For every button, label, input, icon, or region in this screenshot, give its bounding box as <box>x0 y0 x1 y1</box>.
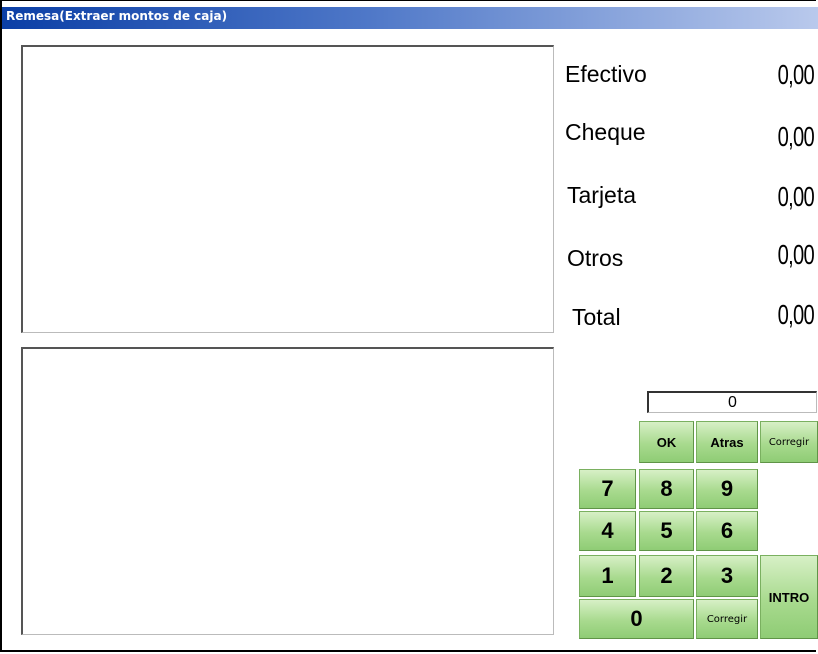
efectivo-value: 0,00 <box>777 59 815 90</box>
otros-value: 0,00 <box>777 239 815 270</box>
corregir-top-button[interactable]: Corregir <box>760 421 818 463</box>
efectivo-label: Efectivo <box>565 61 647 87</box>
window-title: Remesa(Extraer montos de caja) <box>6 9 228 23</box>
key-8[interactable]: 8 <box>639 469 694 509</box>
total-label: Total <box>572 304 621 330</box>
key-6[interactable]: 6 <box>696 511 758 551</box>
cheque-value: 0,00 <box>777 121 815 152</box>
key-7[interactable]: 7 <box>579 469 636 509</box>
remesa-window: Remesa(Extraer montos de caja) Efectivo … <box>0 0 818 652</box>
title-bar: Remesa(Extraer montos de caja) <box>2 7 818 29</box>
corregir-bottom-button[interactable]: Corregir <box>696 599 758 639</box>
cheque-label: Cheque <box>565 119 646 145</box>
key-9[interactable]: 9 <box>696 469 758 509</box>
key-5[interactable]: 5 <box>639 511 694 551</box>
tarjeta-label: Tarjeta <box>567 182 637 208</box>
key-1[interactable]: 1 <box>579 555 636 597</box>
key-4[interactable]: 4 <box>579 511 636 551</box>
total-value: 0,00 <box>777 299 815 330</box>
key-0[interactable]: 0 <box>579 599 694 639</box>
intro-button[interactable]: INTRO <box>760 555 818 639</box>
keypad-display: 0 <box>647 391 817 413</box>
lower-list-panel[interactable] <box>21 347 554 635</box>
tarjeta-value: 0,00 <box>777 181 815 212</box>
atras-button[interactable]: Atras <box>696 421 758 463</box>
key-2[interactable]: 2 <box>639 555 694 597</box>
key-3[interactable]: 3 <box>696 555 758 597</box>
ok-button[interactable]: OK <box>639 421 694 463</box>
upper-list-panel[interactable] <box>21 45 554 333</box>
otros-label: Otros <box>567 245 624 271</box>
